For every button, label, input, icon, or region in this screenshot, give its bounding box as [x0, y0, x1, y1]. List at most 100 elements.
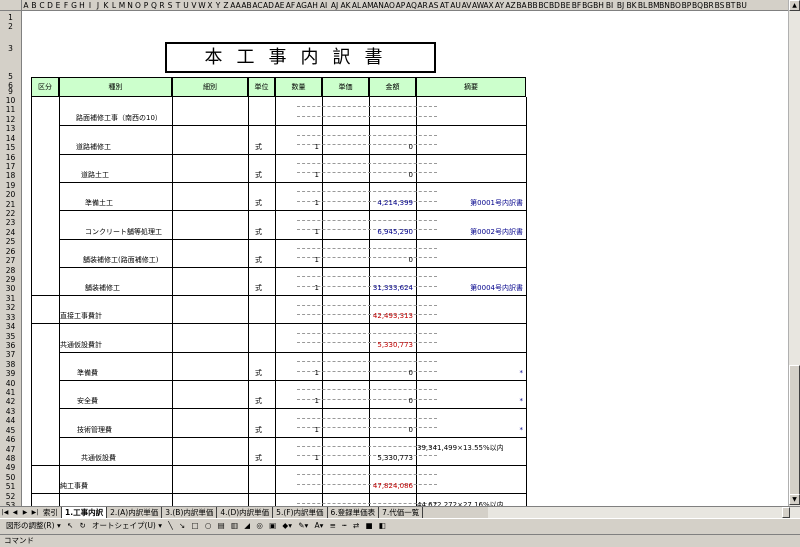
row-header[interactable]: 44	[0, 416, 21, 425]
row-header[interactable]: 22	[0, 209, 21, 218]
column-header[interactable]: BC	[538, 0, 549, 10]
column-header[interactable]: AJ	[329, 0, 340, 10]
column-header[interactable]: BB	[527, 0, 538, 10]
sheet-tab[interactable]: 索引	[40, 507, 62, 518]
row-header[interactable]: 25	[0, 237, 21, 246]
column-header[interactable]: D	[46, 0, 54, 10]
column-header[interactable]: O	[134, 0, 142, 10]
column-header[interactable]: AR	[417, 0, 428, 10]
row-header[interactable]: 36	[0, 341, 21, 350]
column-header[interactable]: J	[94, 0, 102, 10]
column-header[interactable]: BK	[626, 0, 637, 10]
column-header[interactable]: W	[198, 0, 206, 10]
column-header[interactable]: AK	[340, 0, 351, 10]
row-header[interactable]: 10	[0, 96, 21, 105]
row-header[interactable]: 35	[0, 332, 21, 341]
column-header[interactable]: I	[86, 0, 94, 10]
row-header[interactable]: 3	[0, 44, 21, 53]
clipart-icon[interactable]: ▣	[269, 519, 276, 533]
column-header[interactable]: AC	[252, 0, 263, 10]
column-header[interactable]: B	[30, 0, 38, 10]
scroll-up-button[interactable]: ▲	[789, 0, 800, 11]
column-header[interactable]: AW	[472, 0, 484, 10]
column-header[interactable]: AE	[274, 0, 285, 10]
vertical-scrollbar[interactable]: ▲ ▼	[788, 0, 800, 506]
column-header[interactable]: L	[110, 0, 118, 10]
column-header[interactable]: BQ	[692, 0, 703, 10]
column-header[interactable]: AL	[351, 0, 362, 10]
row-header[interactable]: 42	[0, 397, 21, 406]
dash-style-icon[interactable]: ┅	[342, 519, 347, 533]
column-header[interactable]: AT	[439, 0, 450, 10]
row-header[interactable]: 17	[0, 162, 21, 171]
row-header[interactable]: 52	[0, 492, 21, 501]
column-header[interactable]: AI	[318, 0, 329, 10]
column-header[interactable]: BO	[670, 0, 681, 10]
3d-icon[interactable]: ◧	[379, 519, 386, 533]
textbox-icon[interactable]: ▤	[218, 519, 225, 533]
sheet-tab[interactable]: 3.(B)内訳単価	[162, 507, 218, 518]
row-header[interactable]: 49	[0, 463, 21, 472]
rectangle-icon[interactable]: □	[192, 519, 199, 533]
row-header[interactable]: 29	[0, 275, 21, 284]
column-header[interactable]: AN	[373, 0, 384, 10]
cell-grid[interactable]: 本工事内訳書 区分 種別 細別 単位 数量 単価 金額 摘要 路面補修工事（南西…	[22, 11, 788, 506]
last-sheet-icon[interactable]: ▶|	[30, 507, 40, 518]
adjust-shapes-menu[interactable]: 図形の調整(R) ▾	[6, 519, 61, 533]
column-header[interactable]: AZ	[505, 0, 516, 10]
sheet-tab[interactable]: 4.(D)内訳単価	[217, 507, 274, 518]
column-header[interactable]: BM	[648, 0, 660, 10]
select-all-corner[interactable]	[0, 0, 22, 11]
sheet-tab[interactable]: 1.工事内訳	[62, 507, 108, 518]
row-header[interactable]: 24	[0, 228, 21, 237]
row-header[interactable]: 2	[0, 22, 21, 31]
column-header[interactable]: BF	[571, 0, 582, 10]
row-header[interactable]: 20	[0, 190, 21, 199]
row-header[interactable]: 43	[0, 407, 21, 416]
column-header-bar[interactable]: A B C D E F G H I J K L M N O P Q R S T U V W X Y Z AAABACADAEAFAG…	[0, 0, 788, 11]
column-header[interactable]: BU	[736, 0, 747, 10]
next-sheet-icon[interactable]: ▶	[20, 507, 30, 518]
line-color-icon[interactable]: ✎▾	[298, 519, 308, 533]
column-header[interactable]: BP	[681, 0, 692, 10]
row-header-bar[interactable]: 1 2 3 5 6 9 10 11 12 13 14 15 16 17 18 19 20 21 22 23 24 25 26…	[0, 11, 22, 506]
row-header[interactable]: 38	[0, 360, 21, 369]
row-header[interactable]: 28	[0, 266, 21, 275]
prev-sheet-icon[interactable]: ◀	[10, 507, 20, 518]
row-header[interactable]: 21	[0, 200, 21, 209]
column-header[interactable]: H	[78, 0, 86, 10]
row-header[interactable]: 41	[0, 388, 21, 397]
column-header[interactable]: V	[190, 0, 198, 10]
column-header[interactable]: AV	[461, 0, 472, 10]
column-header[interactable]: K	[102, 0, 110, 10]
column-header[interactable]: T	[174, 0, 182, 10]
column-header[interactable]: S	[166, 0, 174, 10]
row-header[interactable]: 45	[0, 426, 21, 435]
row-header[interactable]: 31	[0, 294, 21, 303]
row-header[interactable]: 16	[0, 153, 21, 162]
column-header[interactable]: BJ	[615, 0, 626, 10]
row-header[interactable]: 34	[0, 322, 21, 331]
column-header[interactable]: AX	[483, 0, 494, 10]
column-header[interactable]: Q	[150, 0, 158, 10]
column-header[interactable]: BR	[703, 0, 714, 10]
row-header[interactable]: 14	[0, 134, 21, 143]
column-header[interactable]: BA	[516, 0, 527, 10]
row-header[interactable]: 50	[0, 473, 21, 482]
horizontal-scroll-thumb[interactable]	[782, 507, 790, 518]
column-header[interactable]: BH	[593, 0, 604, 10]
column-header[interactable]: F	[62, 0, 70, 10]
column-header[interactable]: BN	[659, 0, 670, 10]
row-header[interactable]: 51	[0, 482, 21, 491]
line-icon[interactable]: ╲	[168, 519, 173, 533]
column-header[interactable]: AO	[384, 0, 395, 10]
column-header[interactable]: U	[182, 0, 190, 10]
column-header[interactable]: AB	[241, 0, 252, 10]
row-header[interactable]: 48	[0, 454, 21, 463]
spreadsheet-area[interactable]: A B C D E F G H I J K L M N O P Q R S T U V W X Y Z AAABACADAEAFAG…	[0, 0, 800, 506]
row-header[interactable]: 40	[0, 379, 21, 388]
column-header[interactable]: G	[70, 0, 78, 10]
diagram-icon[interactable]: ◎	[256, 519, 263, 533]
line-style-icon[interactable]: ≡	[330, 519, 336, 533]
first-sheet-icon[interactable]: |◀	[0, 507, 10, 518]
